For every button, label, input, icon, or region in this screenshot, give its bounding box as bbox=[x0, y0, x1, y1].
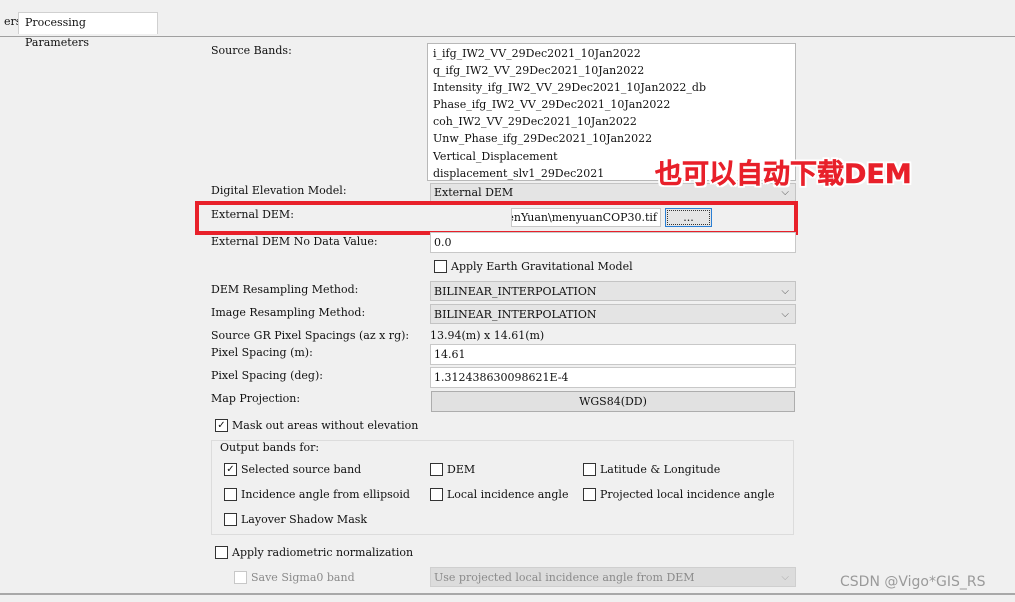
radiometric-checkbox[interactable]: Apply radiometric normalization bbox=[215, 546, 413, 559]
dem-resampling-label: DEM Resampling Method: bbox=[211, 283, 359, 296]
checkbox-label: Projected local incidence angle bbox=[600, 488, 775, 501]
pixel-deg-label: Pixel Spacing (deg): bbox=[211, 369, 323, 382]
output-latlon-checkbox[interactable]: Latitude & Longitude bbox=[583, 463, 720, 476]
tab-processing-parameters[interactable]: Processing Parameters bbox=[18, 12, 158, 49]
list-item[interactable]: Intensity_ifg_IW2_VV_29Dec2021_10Jan2022… bbox=[433, 79, 790, 96]
checkbox-icon bbox=[234, 571, 247, 584]
sigma0-checkbox[interactable]: Save Sigma0 band bbox=[234, 571, 355, 584]
mask-label: Mask out areas without elevation bbox=[232, 419, 419, 432]
tab-divider bbox=[0, 36, 1015, 37]
list-item[interactable]: i_ifg_IW2_VV_29Dec2021_10Jan2022 bbox=[433, 45, 790, 62]
output-bands-legend: Output bands for: bbox=[217, 441, 323, 454]
checkbox-label: Latitude & Longitude bbox=[600, 463, 721, 476]
dem-resampling-select[interactable]: BILINEAR_INTERPOLATION ⌵ bbox=[430, 281, 796, 301]
checkbox-label: Incidence angle from ellipsoid bbox=[241, 488, 410, 501]
checkbox-label: DEM bbox=[447, 463, 476, 476]
check-icon: ✓ bbox=[224, 463, 237, 476]
checkbox-icon bbox=[430, 488, 443, 501]
dem-resampling-value: BILINEAR_INTERPOLATION bbox=[434, 284, 597, 298]
no-data-label: External DEM No Data Value: bbox=[211, 235, 378, 248]
output-layover-checkbox[interactable]: Layover Shadow Mask bbox=[224, 513, 367, 526]
check-icon: ✓ bbox=[215, 419, 228, 432]
sigma0-select[interactable]: Use projected local incidence angle from… bbox=[430, 567, 796, 587]
projection-button[interactable]: WGS84(DD) bbox=[431, 391, 795, 412]
gr-spacing-label: Source GR Pixel Spacings (az x rg): bbox=[211, 329, 410, 342]
external-dem-input[interactable]: MenYuan\menyuanCOP30.tif bbox=[511, 208, 661, 227]
checkbox-icon bbox=[215, 546, 228, 559]
chevron-down-icon: ⌵ bbox=[781, 285, 789, 297]
list-item[interactable]: Unw_Phase_ifg_29Dec2021_10Jan2022 bbox=[433, 130, 790, 147]
img-resampling-select[interactable]: BILINEAR_INTERPOLATION ⌵ bbox=[430, 304, 796, 324]
checkbox-icon bbox=[430, 463, 443, 476]
img-resampling-value: BILINEAR_INTERPOLATION bbox=[434, 307, 597, 321]
watermark: CSDN @Vigo*GIS_RS bbox=[840, 574, 986, 590]
list-item[interactable]: coh_IW2_VV_29Dec2021_10Jan2022 bbox=[433, 113, 790, 130]
chevron-down-icon: ⌵ bbox=[781, 571, 789, 583]
checkbox-icon bbox=[583, 488, 596, 501]
checkbox-icon bbox=[224, 513, 237, 526]
checkbox-label: Layover Shadow Mask bbox=[241, 513, 368, 526]
output-local-incidence-checkbox[interactable]: Local incidence angle bbox=[430, 488, 568, 501]
egm-checkbox[interactable]: Apply Earth Gravitational Model bbox=[434, 260, 633, 273]
pixel-deg-value: 1.312438630098621E-4 bbox=[434, 371, 569, 384]
checkbox-label: Local incidence angle bbox=[447, 488, 569, 501]
checkbox-icon bbox=[224, 488, 237, 501]
output-projected-incidence-checkbox[interactable]: Projected local incidence angle bbox=[583, 488, 775, 501]
source-bands-label: Source Bands: bbox=[211, 44, 292, 57]
dem-label: Digital Elevation Model: bbox=[211, 184, 347, 197]
external-dem-value: MenYuan\menyuanCOP30.tif bbox=[511, 211, 657, 224]
pixel-deg-input[interactable]: 1.312438630098621E-4 bbox=[430, 367, 796, 388]
mask-checkbox[interactable]: ✓ Mask out areas without elevation bbox=[215, 419, 418, 432]
dem-value: External DEM bbox=[434, 186, 514, 199]
pixel-m-value: 14.61 bbox=[434, 348, 466, 361]
sigma0-label: Save Sigma0 band bbox=[251, 571, 355, 584]
egm-label: Apply Earth Gravitational Model bbox=[451, 260, 633, 273]
bottom-divider bbox=[0, 593, 1015, 595]
checkbox-icon bbox=[583, 463, 596, 476]
no-data-input[interactable]: 0.0 bbox=[430, 232, 796, 253]
chevron-down-icon: ⌵ bbox=[781, 308, 789, 320]
annotation-text: 也可以自动下载DEM bbox=[655, 159, 912, 191]
pixel-m-input[interactable]: 14.61 bbox=[430, 344, 796, 365]
list-item[interactable]: q_ifg_IW2_VV_29Dec2021_10Jan2022 bbox=[433, 62, 790, 79]
checkbox-label: Selected source band bbox=[241, 463, 362, 476]
gr-spacing-value: 13.94(m) x 14.61(m) bbox=[430, 329, 545, 342]
no-data-value: 0.0 bbox=[434, 236, 452, 249]
sigma0-select-value: Use projected local incidence angle from… bbox=[434, 570, 695, 584]
output-incidence-ellipsoid-checkbox[interactable]: Incidence angle from ellipsoid bbox=[224, 488, 410, 501]
browse-button[interactable]: ... bbox=[665, 208, 712, 227]
pixel-m-label: Pixel Spacing (m): bbox=[211, 346, 313, 359]
checkbox-icon bbox=[434, 260, 447, 273]
projection-label: Map Projection: bbox=[211, 392, 301, 405]
list-item[interactable]: Phase_ifg_IW2_VV_29Dec2021_10Jan2022 bbox=[433, 96, 790, 113]
img-resampling-label: Image Resampling Method: bbox=[211, 306, 366, 319]
radiometric-label: Apply radiometric normalization bbox=[232, 546, 414, 559]
external-dem-label: External DEM: bbox=[211, 208, 294, 221]
output-selected-band-checkbox[interactable]: ✓ Selected source band bbox=[224, 463, 361, 476]
output-dem-checkbox[interactable]: DEM bbox=[430, 463, 475, 476]
